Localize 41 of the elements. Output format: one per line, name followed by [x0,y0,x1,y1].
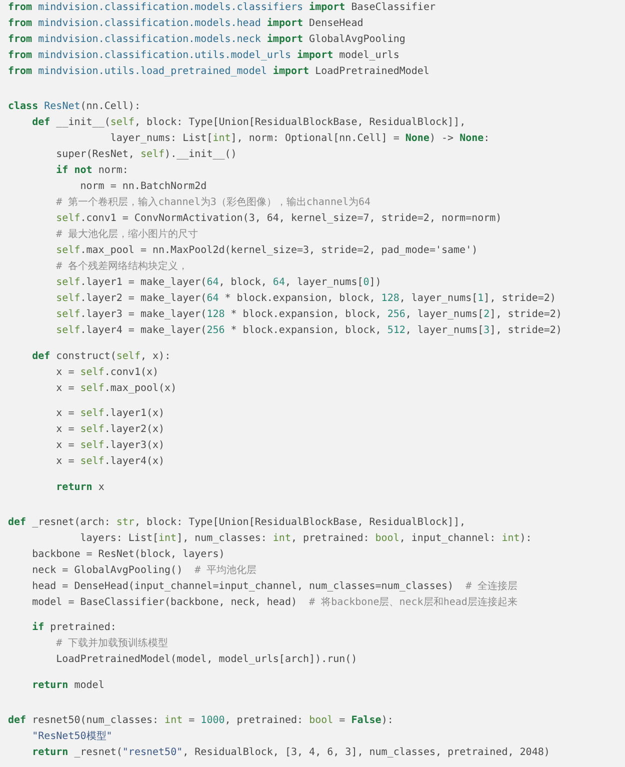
code-line: LoadPretrainedModel(model, model_urls[arch]).run() [55,653,358,667]
code-line: return model [31,678,104,692]
code-line: return _resnet("resnet50", ResidualBlock, [3, 4, 6, 3], num_classes, pretrained, 2048) [31,746,550,760]
code-line: norm = nn.BatchNorm2d [79,180,207,194]
code-line: from mindvision.utils.load_pretrained_model import LoadPretrainedModel [8,64,430,79]
code-line: model = BaseClassifier(backbone, neck, head) # 将backbone层、neck层和head层连接起来 [31,596,518,610]
code-line: class ResNet(nn.Cell): [8,100,140,114]
code-line: from mindvision.classification.models.classifiers import BaseClassifier [8,0,436,15]
code-line: neck = GlobalAvgPooling() # 平均池化层 [31,564,257,578]
code-line: x = self.layer4(x) [55,455,165,469]
code-line: def resnet50(num_classes: int = 1000, pretrained: bool = False): [8,714,394,728]
code-line: head = DenseHead(input_channel=input_channel, num_classes=num_classes) # 全连接层 [31,580,518,594]
code-line: x = self.max_pool(x) [55,382,177,396]
code-line: # 第一个卷积层，输入channel为3（彩色图像），输出channel为64 [55,196,371,210]
code-line: # 各个残差网络结构块定义， [55,260,188,274]
code-line: self.max_pool = nn.MaxPool2d(kernel_size=3, stride=2, pad_mode='same') [55,244,478,258]
code-line: layer_nums: List[int], norm: Optional[nn.Cell] = None) -> None: [109,132,490,146]
code-line: def __init__(self, block: Type[Union[ResidualBlockBase, ResidualBlock]], [31,116,466,130]
code-line: if pretrained: [31,620,116,635]
code-line: "ResNet50模型" [31,730,112,744]
code-line: x = self.layer3(x) [55,439,165,453]
code-line: # 最大池化层，缩小图片的尺寸 [55,228,198,242]
code-line: self.layer3 = make_layer(128 * block.expansion, block, 256, layer_nums[2], stride=2) [55,308,562,322]
code-line: x = self.layer1(x) [55,407,165,421]
code-line: backbone = ResNet(block, layers) [31,548,225,562]
code-line: def _resnet(arch: str, block: Type[Union[ResidualBlockBase, ResidualBlock]], [8,516,466,530]
code-line: def construct(self, x): [31,350,171,364]
code-line: if not norm: [55,164,128,178]
code-line: super(ResNet, self).__init__() [55,148,237,162]
code-line: from mindvision.classification.models.neck import GlobalAvgPooling [8,32,406,47]
code-line: x = self.conv1(x) [55,366,159,380]
code-line: from mindvision.classification.utils.model_urls import model_urls [8,48,400,63]
code-line: layers: List[int], num_classes: int, pretrained: bool, input_channel: int): [79,532,532,546]
code-line: self.layer1 = make_layer(64, block, 64, layer_nums[0]) [55,276,382,290]
code-line: x = self.layer2(x) [55,423,165,437]
code-line: self.layer2 = make_layer(64 * block.expansion, block, 128, layer_nums[1], stride=2) [55,292,556,306]
code-line: from mindvision.classification.models.head import DenseHead [8,16,364,31]
code-line: # 下载并加载预训练模型 [55,636,168,651]
code-line: return x [55,480,104,494]
code-line: self.conv1 = ConvNormActivation(3, 64, kernel_size=7, stride=2, norm=norm) [55,212,502,226]
code-line: self.layer4 = make_layer(256 * block.expansion, block, 512, layer_nums[3], stride=2) [55,324,562,338]
